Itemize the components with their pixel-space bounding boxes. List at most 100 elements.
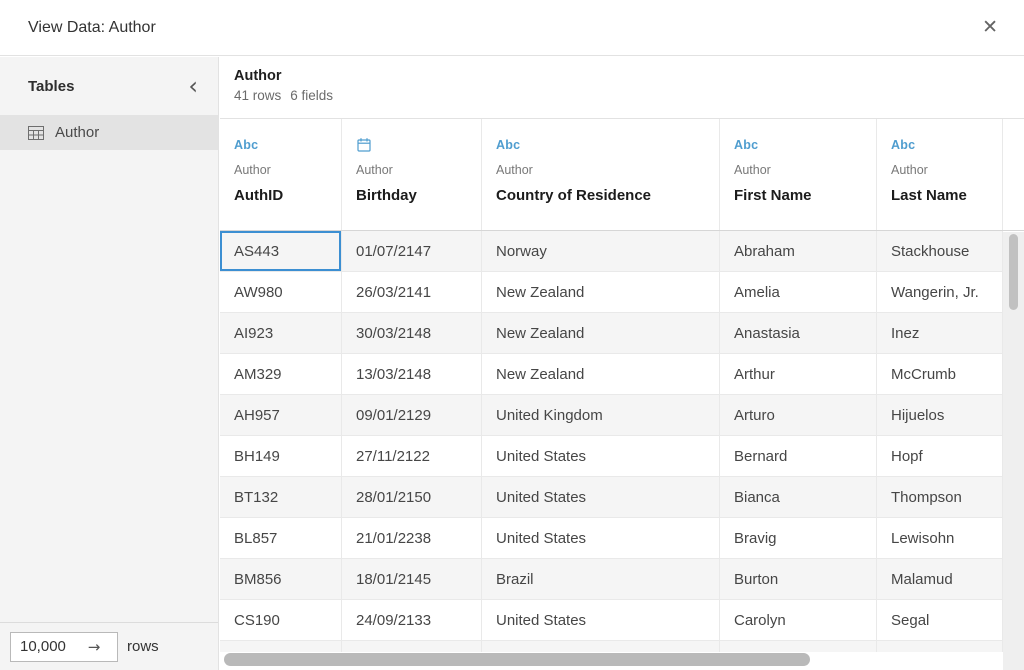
- abc-icon: Abc: [891, 136, 915, 153]
- close-icon: ✕: [982, 16, 998, 38]
- table-cell[interactable]: Norway: [482, 231, 720, 272]
- table-cell[interactable]: Bernard: [720, 436, 877, 477]
- table-cell[interactable]: Hopf: [877, 436, 1003, 477]
- table-cell[interactable]: United States: [482, 477, 720, 518]
- table-cell[interactable]: BM856: [220, 559, 342, 600]
- table-cell[interactable]: McCrumb: [877, 354, 1003, 395]
- table-row: AW98026/03/2141New ZealandAmeliaWangerin…: [220, 272, 1024, 313]
- table-summary-header: Author 41 rows 6 fields: [220, 57, 1024, 118]
- sidebar-item-author[interactable]: Author: [0, 115, 218, 150]
- table-cell[interactable]: AI923: [220, 313, 342, 354]
- table-cell[interactable]: 28/01/2150: [342, 477, 482, 518]
- table-cell[interactable]: BH149: [220, 436, 342, 477]
- data-pane: Author 41 rows 6 fields AbcAuthorAuthIDA…: [220, 57, 1024, 670]
- calendar-icon: [356, 136, 372, 153]
- table-cell[interactable]: Burton: [720, 559, 877, 600]
- vertical-scrollbar[interactable]: [1003, 232, 1024, 670]
- table-cell[interactable]: AH957: [220, 395, 342, 436]
- sidebar-item-label: Author: [55, 124, 99, 141]
- table-cell[interactable]: United States: [482, 518, 720, 559]
- table-cell[interactable]: 13/03/2148: [342, 354, 482, 395]
- row-limit-input-group: →: [10, 632, 118, 662]
- table-cell[interactable]: Malamud: [877, 559, 1003, 600]
- table-row: AM32913/03/2148New ZealandArthurMcCrumb: [220, 354, 1024, 395]
- table-cell[interactable]: BL857: [220, 518, 342, 559]
- table-cell[interactable]: United Kingdom: [482, 395, 720, 436]
- table-cell[interactable]: New Zealand: [482, 354, 720, 395]
- table-row-partial: [220, 641, 1024, 652]
- column-table-label: Author: [496, 163, 533, 177]
- tables-sidebar: Tables ‹ Author → rows: [0, 57, 219, 670]
- table-cell[interactable]: New Zealand: [482, 313, 720, 354]
- right-arrow-icon: →: [88, 638, 101, 656]
- table-cell[interactable]: Wangerin, Jr.: [877, 272, 1003, 313]
- table-row: AI92330/03/2148New ZealandAnastasiaInez: [220, 313, 1024, 354]
- table-title: Author: [234, 68, 1024, 84]
- row-limit-bar: → rows: [0, 622, 218, 670]
- table-cell[interactable]: Thompson: [877, 477, 1003, 518]
- table-cell[interactable]: Lewisohn: [877, 518, 1003, 559]
- abc-icon: Abc: [234, 136, 258, 153]
- collapse-sidebar-button[interactable]: ‹: [188, 76, 198, 96]
- table-cell[interactable]: Segal: [877, 600, 1003, 641]
- column-table-label: Author: [891, 163, 928, 177]
- table-cell: [482, 641, 720, 652]
- table-cell[interactable]: 26/03/2141: [342, 272, 482, 313]
- sidebar-items: Author: [0, 115, 218, 150]
- table-row: AS44301/07/2147NorwayAbrahamStackhouse: [220, 231, 1024, 272]
- table-cell[interactable]: 30/03/2148: [342, 313, 482, 354]
- table-cell[interactable]: United States: [482, 600, 720, 641]
- table-cell[interactable]: Arthur: [720, 354, 877, 395]
- row-count: 41 rows: [234, 88, 281, 103]
- table-cell[interactable]: AS443: [220, 231, 342, 272]
- horizontal-scrollbar[interactable]: [220, 652, 1003, 667]
- abc-icon: Abc: [496, 136, 520, 153]
- table-cell: [877, 641, 1003, 652]
- table-cell[interactable]: CS190: [220, 600, 342, 641]
- table-cell[interactable]: Anastasia: [720, 313, 877, 354]
- close-button[interactable]: ✕: [978, 16, 1002, 39]
- table-row: BL85721/01/2238United StatesBravigLewiso…: [220, 518, 1024, 559]
- table-icon: [28, 126, 44, 140]
- table-cell[interactable]: Abraham: [720, 231, 877, 272]
- table-row: AH95709/01/2129United KingdomArturoHijue…: [220, 395, 1024, 436]
- abc-icon: Abc: [734, 136, 758, 153]
- table-cell[interactable]: Hijuelos: [877, 395, 1003, 436]
- table-cell[interactable]: New Zealand: [482, 272, 720, 313]
- table-cell[interactable]: AM329: [220, 354, 342, 395]
- table-cell[interactable]: 21/01/2238: [342, 518, 482, 559]
- column-header-first-name[interactable]: AbcAuthorFirst Name: [720, 119, 877, 230]
- table-cell[interactable]: 18/01/2145: [342, 559, 482, 600]
- table-cell[interactable]: Brazil: [482, 559, 720, 600]
- column-header-birthday[interactable]: AuthorBirthday: [342, 119, 482, 230]
- column-header-last-name[interactable]: Abc Author Last Name: [877, 119, 1003, 230]
- data-grid: AbcAuthorAuthIDAuthorBirthday Abc Author Co…: [220, 118, 1024, 670]
- vertical-scrollbar-thumb[interactable]: [1009, 234, 1018, 310]
- grid-header-row: AbcAuthorAuthIDAuthorBirthday Abc Author Co…: [220, 119, 1024, 231]
- table-cell[interactable]: AW980: [220, 272, 342, 313]
- table-row: CS19024/09/2133United StatesCarolynSegal: [220, 600, 1024, 641]
- table-cell[interactable]: Stackhouse: [877, 231, 1003, 272]
- table-cell[interactable]: Carolyn: [720, 600, 877, 641]
- sidebar-header: Tables ‹: [0, 57, 218, 115]
- table-cell[interactable]: United States: [482, 436, 720, 477]
- table-cell[interactable]: Bianca: [720, 477, 877, 518]
- table-cell[interactable]: 09/01/2129: [342, 395, 482, 436]
- column-field-name: Last Name: [891, 187, 967, 204]
- table-cell: [220, 641, 342, 652]
- row-limit-input[interactable]: [11, 638, 77, 655]
- table-cell[interactable]: Amelia: [720, 272, 877, 313]
- column-header-country-of-residence[interactable]: Abc Author Country of Residence: [482, 119, 720, 230]
- horizontal-scrollbar-thumb[interactable]: [224, 653, 810, 666]
- table-cell[interactable]: 24/09/2133: [342, 600, 482, 641]
- table-cell[interactable]: Bravig: [720, 518, 877, 559]
- table-cell[interactable]: BT132: [220, 477, 342, 518]
- apply-row-limit-button[interactable]: →: [77, 638, 117, 656]
- table-cell[interactable]: 27/11/2122: [342, 436, 482, 477]
- table-cell[interactable]: Inez: [877, 313, 1003, 354]
- table-cell[interactable]: Arturo: [720, 395, 877, 436]
- table-cell[interactable]: 01/07/2147: [342, 231, 482, 272]
- column-header-authid[interactable]: AbcAuthorAuthID: [220, 119, 342, 230]
- column-field-name: Country of Residence: [496, 187, 651, 204]
- table-cell: [342, 641, 482, 652]
